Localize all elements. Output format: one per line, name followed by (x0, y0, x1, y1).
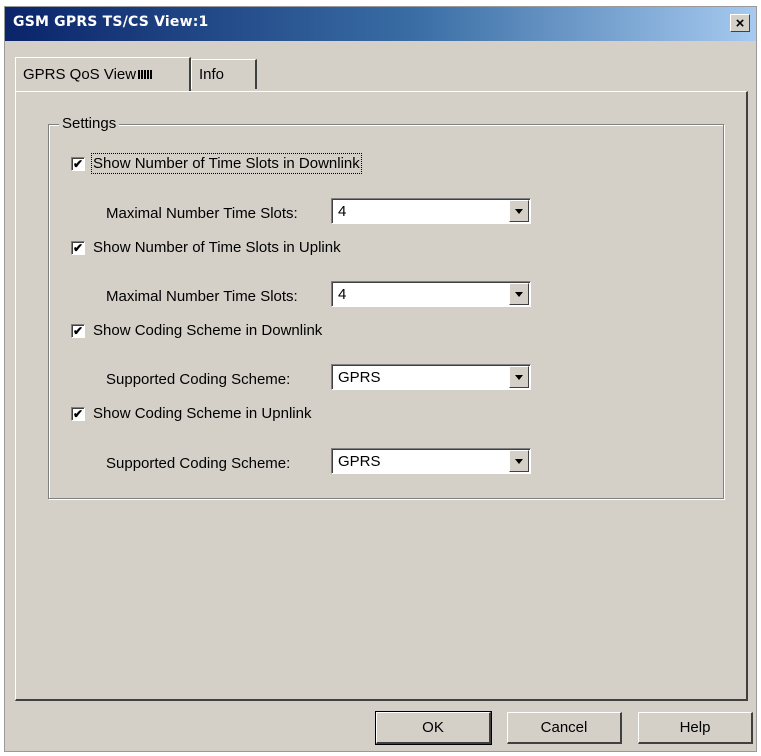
uplink-coding-checkbox[interactable]: ✔ (71, 406, 85, 421)
tab-gprs-qos-view[interactable]: GPRS QoS View (15, 57, 191, 91)
downlink-timeslots-label[interactable]: Show Number of Time Slots in Downlink (91, 153, 362, 174)
dropdown-button[interactable] (509, 366, 529, 388)
checkmark-icon: ✔ (72, 156, 84, 171)
downlink-max-timeslots-select[interactable]: 4 (331, 198, 531, 224)
uplink-coding-scheme-label: Supported Coding Scheme: (106, 455, 291, 472)
close-icon: × (735, 14, 745, 32)
tab-panel: Settings ✔ Show Number of Time Slots in … (15, 91, 748, 701)
combo-value: 4 (338, 286, 347, 303)
settings-groupbox: Settings ✔ Show Number of Time Slots in … (48, 115, 724, 499)
uplink-max-timeslots-select[interactable]: 4 (331, 281, 531, 307)
downlink-coding-label[interactable]: Show Coding Scheme in Downlink (93, 322, 322, 339)
downlink-timeslots-option[interactable]: ✔ Show Number of Time Slots in Downlink (71, 153, 362, 174)
dialog-window: GSM GPRS TS/CS View:1 × GPRS QoS View In… (4, 6, 757, 752)
chevron-down-icon (515, 374, 523, 380)
downlink-max-timeslots-label: Maximal Number Time Slots: (106, 205, 298, 222)
help-button-label: Help (679, 719, 711, 736)
downlink-timeslots-checkbox[interactable]: ✔ (71, 156, 85, 171)
cancel-button[interactable]: Cancel (507, 712, 622, 744)
combo-value: GPRS (338, 453, 381, 470)
dropdown-button[interactable] (509, 283, 529, 305)
downlink-coding-option[interactable]: ✔ Show Coding Scheme in Downlink (71, 322, 322, 339)
window-title: GSM GPRS TS/CS View:1 (13, 14, 209, 30)
ok-button[interactable]: OK (375, 711, 492, 745)
grip-icon (138, 70, 153, 79)
uplink-coding-scheme-select[interactable]: GPRS (331, 448, 531, 474)
combo-value: 4 (338, 203, 347, 220)
ok-button-label: OK (422, 719, 444, 736)
downlink-coding-checkbox[interactable]: ✔ (71, 323, 85, 338)
uplink-timeslots-label[interactable]: Show Number of Time Slots in Uplink (93, 239, 341, 256)
chevron-down-icon (515, 291, 523, 297)
uplink-coding-option[interactable]: ✔ Show Coding Scheme in Upnlink (71, 405, 311, 422)
dropdown-button[interactable] (509, 450, 529, 472)
dropdown-button[interactable] (509, 200, 529, 222)
tab-label: Info (199, 66, 225, 83)
chevron-down-icon (515, 208, 523, 214)
uplink-timeslots-option[interactable]: ✔ Show Number of Time Slots in Uplink (71, 239, 341, 256)
chevron-down-icon (515, 458, 523, 464)
close-button[interactable]: × (730, 14, 750, 32)
settings-legend: Settings (59, 115, 120, 132)
tab-label: GPRS QoS View (23, 66, 137, 83)
checkmark-icon: ✔ (72, 406, 84, 421)
help-button[interactable]: Help (638, 712, 753, 744)
uplink-coding-label[interactable]: Show Coding Scheme in Upnlink (93, 405, 311, 422)
downlink-coding-scheme-select[interactable]: GPRS (331, 364, 531, 390)
cancel-button-label: Cancel (540, 719, 588, 736)
title-bar[interactable]: GSM GPRS TS/CS View:1 × (5, 7, 756, 41)
tab-info[interactable]: Info (191, 59, 257, 89)
checkmark-icon: ✔ (72, 240, 84, 255)
checkmark-icon: ✔ (72, 323, 84, 338)
uplink-timeslots-checkbox[interactable]: ✔ (71, 240, 85, 255)
uplink-max-timeslots-label: Maximal Number Time Slots: (106, 288, 298, 305)
combo-value: GPRS (338, 369, 381, 386)
downlink-coding-scheme-label: Supported Coding Scheme: (106, 371, 291, 388)
